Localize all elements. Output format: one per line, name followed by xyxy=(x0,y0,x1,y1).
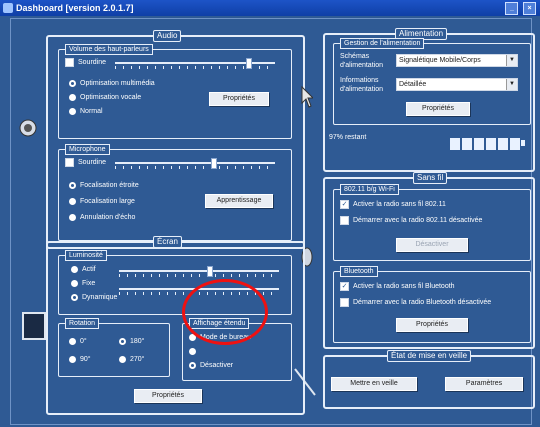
bluetooth-group: Bluetooth ✓ Activer la radio sans fil Blu… xyxy=(333,266,531,343)
power-scheme-select[interactable]: Signalétique Mobile/Corps ▼ xyxy=(396,54,518,67)
close-button[interactable]: × xyxy=(523,2,536,15)
micro-learn-button[interactable]: Apprentissage xyxy=(205,194,273,208)
luminosity-title: Luminosité xyxy=(65,250,107,261)
dashboard-frame: Audio Volume des haut-parleurs Sourdine … xyxy=(10,18,535,425)
micro-option-1[interactable]: Focalisation large xyxy=(69,198,135,205)
volume-option-1[interactable]: Optimisation vocale xyxy=(69,94,141,101)
volume-slider[interactable] xyxy=(115,58,275,69)
luminosity-option-0[interactable]: Actif xyxy=(71,266,96,273)
power-info-select[interactable]: Détaillée ▼ xyxy=(396,78,518,91)
micro-slider-thumb[interactable] xyxy=(211,158,217,169)
volume-mute-check[interactable]: Sourdine xyxy=(65,58,106,67)
wifi-start-disabled-check[interactable]: Démarrer avec la radio 802.11 désactivée xyxy=(340,216,482,225)
ecran-panel: Écran Luminosité Actif Fixe Dynamique Ro… xyxy=(46,236,305,415)
power-properties-button[interactable]: Propriétés xyxy=(406,102,470,116)
micro-option-0[interactable]: Focalisation étroite xyxy=(69,182,139,189)
power-info-label: Informations d'alimentation xyxy=(340,77,383,93)
luminosity-option-1[interactable]: Fixe xyxy=(71,280,95,287)
bluetooth-properties-button[interactable]: Propriétés xyxy=(396,318,468,332)
screen-icon xyxy=(22,312,46,340)
virtual-option-2[interactable]: Désactiver xyxy=(189,362,233,369)
bluetooth-enable-check[interactable]: ✓ Activer la radio sans fil Bluetooth xyxy=(340,282,455,291)
window-title: Dashboard [version 2.0.1.7] xyxy=(16,3,134,13)
luminosity-option-2[interactable]: Dynamique xyxy=(71,294,117,301)
checkbox[interactable] xyxy=(65,58,74,67)
battery-text: 97% restant xyxy=(329,134,367,141)
title-bar: Dashboard [version 2.0.1.7] _ × xyxy=(0,0,540,16)
wireless-title: Sans fil xyxy=(413,172,448,184)
bluetooth-start-disabled-check[interactable]: Démarrer avec la radio Bluetooth désacti… xyxy=(340,298,491,307)
standby-button[interactable]: Mettre en veille xyxy=(331,377,417,391)
wifi-title: 802.11 b/g Wi-Fi xyxy=(340,184,399,195)
volume-group: Volume des haut-parleurs Sourdine Optimi… xyxy=(58,44,292,139)
wifi-disable-button[interactable]: Désactiver xyxy=(396,238,468,252)
rotation-title: Rotation xyxy=(65,318,100,329)
rotation-option-0[interactable]: 0° xyxy=(69,338,87,345)
chevron-down-icon: ▼ xyxy=(506,55,517,66)
alimentation-panel: Alimentation Gestion de l'alimentation S… xyxy=(323,28,535,172)
wifi-group: 802.11 b/g Wi-Fi ✓ Activer la radio sans … xyxy=(333,184,531,261)
volume-slider-thumb[interactable] xyxy=(246,58,252,69)
power-scheme-label: Schémas d'alimentation xyxy=(340,53,383,69)
ecran-title: Écran xyxy=(153,236,182,248)
volume-properties-button[interactable]: Propriétés xyxy=(209,92,269,106)
standby-title: État de mise en veille xyxy=(387,350,472,362)
microphone-title: Microphone xyxy=(65,144,110,155)
battery-gauge xyxy=(449,137,525,151)
rotation-option-2[interactable]: 90° xyxy=(69,356,91,363)
highlight-circle xyxy=(182,279,268,345)
chevron-down-icon: ▼ xyxy=(506,79,517,90)
minimize-button[interactable]: _ xyxy=(505,2,519,15)
bluetooth-title: Bluetooth xyxy=(340,266,378,277)
rotation-option-1[interactable]: 180° xyxy=(119,338,144,345)
audio-panel: Audio Volume des haut-parleurs Sourdine … xyxy=(46,30,305,249)
mouse-icon xyxy=(301,85,313,108)
standby-panel: État de mise en veille Mettre en veille … xyxy=(323,350,535,409)
ecran-properties-button[interactable]: Propriétés xyxy=(134,389,202,403)
luminosity-slider[interactable] xyxy=(119,266,279,277)
wireless-panel: Sans fil 802.11 b/g Wi-Fi ✓ Activer la ra… xyxy=(323,172,535,349)
power-schemes-group: Gestion de l'alimentation Schémas d'alim… xyxy=(333,38,531,125)
speaker-icon xyxy=(19,119,37,137)
volume-option-0[interactable]: Optimisation multimédia xyxy=(69,80,155,87)
virtual-option-1[interactable] xyxy=(189,348,200,355)
micro-slider[interactable] xyxy=(115,158,275,169)
power-schemes-title: Gestion de l'alimentation xyxy=(340,38,425,49)
micro-mute-check[interactable]: Sourdine xyxy=(65,158,106,167)
checkbox[interactable] xyxy=(65,158,74,167)
micro-option-2[interactable]: Annulation d'écho xyxy=(69,214,135,221)
rotation-option-3[interactable]: 270° xyxy=(119,356,144,363)
volume-title: Volume des haut-parleurs xyxy=(65,44,153,55)
microphone-group: Microphone Sourdine Focalisation étroite… xyxy=(58,144,292,241)
rotation-group: Rotation 0° 180° 90° 270° xyxy=(58,318,170,377)
standby-settings-button[interactable]: Paramètres xyxy=(445,377,523,391)
audio-title: Audio xyxy=(153,30,182,42)
app-icon xyxy=(3,3,13,13)
wifi-enable-check[interactable]: ✓ Activer la radio sans fil 802.11 xyxy=(340,200,446,209)
luminosity-slider-thumb[interactable] xyxy=(207,266,213,277)
volume-option-2[interactable]: Normal xyxy=(69,108,103,115)
